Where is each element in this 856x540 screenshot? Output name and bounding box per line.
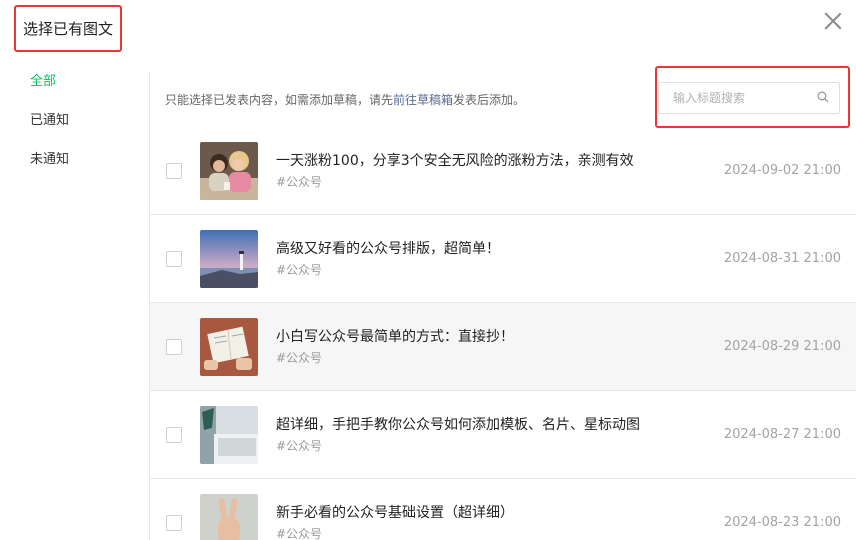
sidebar-item-all[interactable]: 全部 [0, 70, 150, 109]
search-box [658, 82, 840, 114]
article-date: 2024-08-23 21:00 [723, 515, 841, 530]
article-checkbox[interactable] [166, 339, 182, 355]
hint-text: 只能选择已发表内容，如需添加草稿，请先前往草稿箱发表后添加。 [165, 91, 525, 108]
article-row[interactable]: 小白写公众号最简单的方式：直接抄！ #公众号 2024-08-29 21:00 [150, 303, 856, 391]
article-row[interactable]: 一天涨粉100，分享3个安全无风险的涨粉方法，亲测有效 #公众号 2024-09… [150, 127, 856, 215]
drafts-link[interactable]: 前往草稿箱 [393, 93, 453, 107]
dialog-title: 选择已有图文 [14, 5, 122, 52]
hint-text-after: 发表后添加。 [453, 93, 526, 107]
article-date: 2024-08-29 21:00 [723, 339, 841, 354]
search-input[interactable] [673, 83, 813, 113]
article-row[interactable]: 超详细，手把手教你公众号如何添加模板、名片、星标动图 #公众号 2024-08-… [150, 391, 856, 479]
article-date: 2024-08-27 21:00 [723, 427, 841, 442]
article-date: 2024-09-02 21:00 [723, 163, 841, 178]
article-title: 小白写公众号最简单的方式：直接抄！ [276, 329, 514, 345]
article-checkbox[interactable] [166, 515, 182, 531]
hint-text-before: 只能选择已发表内容，如需添加草稿，请先 [165, 93, 394, 107]
sidebar-item-not-notified[interactable]: 未通知 [0, 148, 150, 187]
article-date: 2024-08-31 21:00 [723, 251, 841, 266]
article-thumbnail-women-icon [200, 142, 258, 200]
article-tag: #公众号 [276, 351, 323, 365]
article-tag: #公众号 [276, 175, 323, 189]
article-list: 一天涨粉100，分享3个安全无风险的涨粉方法，亲测有效 #公众号 2024-09… [150, 127, 856, 540]
article-checkbox[interactable] [166, 163, 182, 179]
article-row[interactable]: 新手必看的公众号基础设置（超详细） #公众号 2024-08-23 21:00 [150, 479, 856, 540]
article-thumbnail-peace-hand-icon [200, 494, 258, 540]
close-icon[interactable] [822, 10, 844, 32]
article-title: 新手必看的公众号基础设置（超详细） [276, 505, 514, 521]
article-checkbox[interactable] [166, 427, 182, 443]
article-row[interactable]: 高级又好看的公众号排版，超简单！ #公众号 2024-08-31 21:00 [150, 215, 856, 303]
article-tag: #公众号 [276, 263, 323, 277]
sidebar: 全部 已通知 未通知 [0, 70, 150, 187]
article-title: 超详细，手把手教你公众号如何添加模板、名片、星标动图 [276, 417, 640, 433]
article-tag: #公众号 [276, 527, 323, 540]
search-icon[interactable] [817, 91, 829, 103]
article-title: 高级又好看的公众号排版，超简单！ [276, 241, 500, 257]
article-thumbnail-lighthouse-icon [200, 230, 258, 288]
sidebar-item-notified[interactable]: 已通知 [0, 109, 150, 148]
article-thumbnail-laptop-icon [200, 406, 258, 464]
article-tag: #公众号 [276, 439, 323, 453]
article-checkbox[interactable] [166, 251, 182, 267]
article-title: 一天涨粉100，分享3个安全无风险的涨粉方法，亲测有效 [276, 153, 634, 169]
article-thumbnail-notebook-icon [200, 318, 258, 376]
